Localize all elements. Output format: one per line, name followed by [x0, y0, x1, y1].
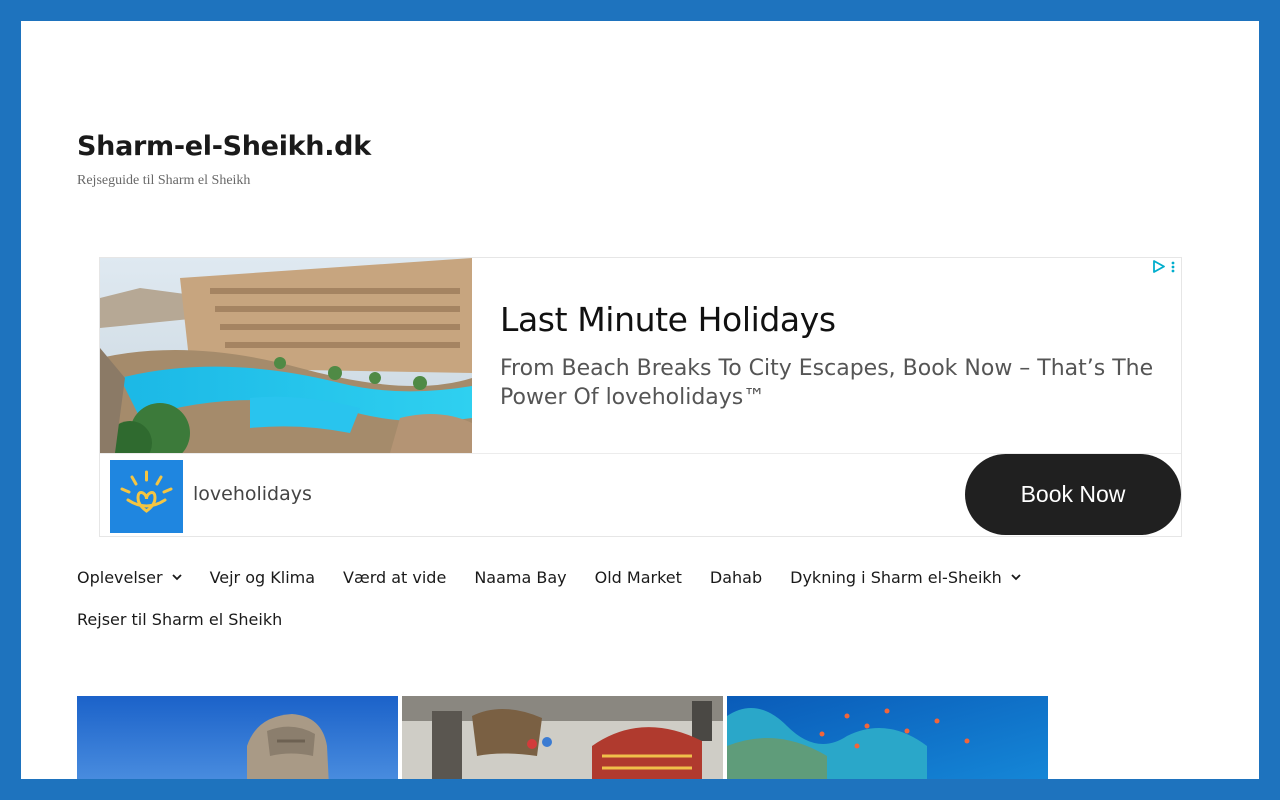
chevron-down-icon[interactable]: [171, 573, 182, 581]
camel-market-photo[interactable]: [402, 696, 723, 779]
nav-row-2: Rejser til Sharm el Sheikh: [77, 598, 1077, 640]
ad-headline[interactable]: Last Minute Holidays: [500, 300, 836, 339]
ad-choices[interactable]: [1152, 260, 1175, 278]
ad-footer: loveholidays Book Now: [100, 453, 1181, 536]
nav-item-rejser[interactable]: Rejser til Sharm el Sheikh: [77, 610, 282, 629]
coral-reef-photo[interactable]: [727, 696, 1048, 779]
header-gallery: [77, 696, 1048, 779]
book-now-button[interactable]: Book Now: [965, 454, 1181, 535]
sun-heart-logo-icon[interactable]: [110, 460, 183, 533]
chevron-down-icon[interactable]: [1011, 573, 1021, 581]
nav-item-label[interactable]: Rejser til Sharm el Sheikh: [77, 610, 282, 629]
nav-item-label[interactable]: Naama Bay: [474, 568, 566, 587]
nav-item-label[interactable]: Dykning i Sharm el-Sheikh: [790, 568, 1002, 587]
page: Sharm-el-Sheikh.dk Rejseguide til Sharm …: [21, 21, 1259, 779]
adchoices-play-icon[interactable]: [1152, 260, 1165, 278]
nav-item-old-market[interactable]: Old Market: [595, 568, 682, 587]
main-navigation: Oplevelser Vejr og Klima Værd at vide Na…: [77, 556, 1077, 640]
site-title[interactable]: Sharm-el-Sheikh.dk: [77, 131, 371, 162]
ad-banner[interactable]: Last Minute Holidays From Beach Breaks T…: [99, 257, 1182, 537]
sphinx-photo[interactable]: [77, 696, 398, 779]
ad-body-text[interactable]: From Beach Breaks To City Escapes, Book …: [500, 354, 1160, 412]
ad-advertiser-name[interactable]: loveholidays: [193, 483, 312, 505]
nav-item-label[interactable]: Vejr og Klima: [210, 568, 315, 587]
nav-row-1: Oplevelser Vejr og Klima Værd at vide Na…: [77, 556, 1077, 598]
nav-item-label[interactable]: Oplevelser: [77, 568, 163, 587]
nav-item-label[interactable]: Dahab: [710, 568, 762, 587]
nav-item-vejr-og-klima[interactable]: Vejr og Klima: [210, 568, 315, 587]
nav-item-vaerd-at-vide[interactable]: Værd at vide: [343, 568, 446, 587]
nav-item-label[interactable]: Værd at vide: [343, 568, 446, 587]
resort-pool-photo[interactable]: [100, 258, 472, 453]
vertical-dots-icon[interactable]: [1171, 260, 1175, 278]
nav-item-dahab[interactable]: Dahab: [710, 568, 762, 587]
nav-item-oplevelser[interactable]: Oplevelser: [77, 568, 182, 587]
nav-item-label[interactable]: Old Market: [595, 568, 682, 587]
site-description: Rejseguide til Sharm el Sheikh: [77, 173, 251, 188]
nav-item-naama-bay[interactable]: Naama Bay: [474, 568, 566, 587]
nav-item-dykning[interactable]: Dykning i Sharm el-Sheikh: [790, 568, 1021, 587]
